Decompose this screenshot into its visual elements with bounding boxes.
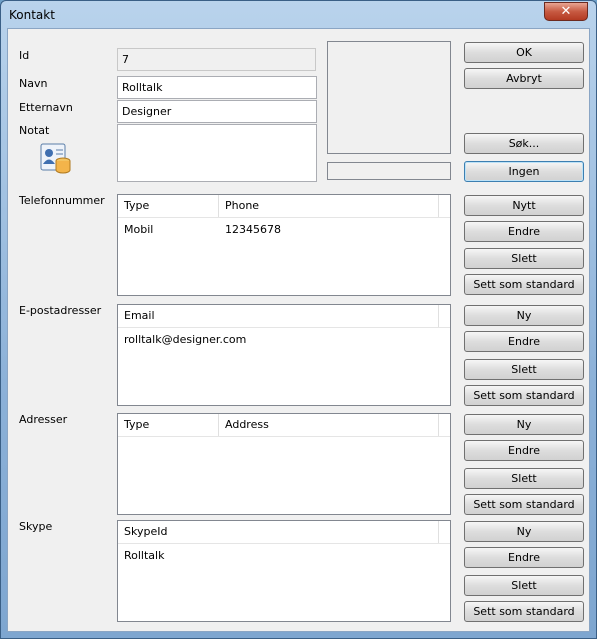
cancel-button[interactable]: Avbryt (464, 68, 584, 89)
phone-default-button[interactable]: Sett som standard (464, 274, 584, 295)
skype-row-id[interactable]: Rolltalk (124, 549, 164, 562)
phone-row-number[interactable]: 12345678 (225, 223, 281, 236)
navn-field[interactable]: Rolltalk (117, 76, 317, 99)
phone-list[interactable]: Type Phone Mobil 12345678 (117, 194, 451, 296)
skype-edit-button[interactable]: Endre (464, 547, 584, 568)
skype-list-header: SkypeId (118, 521, 450, 544)
etternavn-label: Etternavn (19, 101, 73, 114)
column-header-phone[interactable]: Phone (219, 195, 439, 217)
skype-section-label: Skype (19, 520, 53, 533)
none-button[interactable]: Ingen (464, 161, 584, 182)
email-row-address[interactable]: rolltalk@designer.com (124, 333, 246, 346)
close-button[interactable]: ✕ (544, 2, 588, 21)
search-button[interactable]: Søk... (464, 133, 584, 154)
address-list[interactable]: Type Address (117, 413, 451, 515)
notat-field[interactable] (117, 124, 317, 182)
window-title: Kontakt (9, 8, 55, 22)
id-field: 7 (117, 48, 316, 71)
phone-row-type[interactable]: Mobil (124, 223, 153, 236)
address-delete-button[interactable]: Slett (464, 468, 584, 489)
dialog-body: Id Navn Etternavn Notat 7 Rolltalk Desig… (7, 28, 590, 632)
email-default-button[interactable]: Sett som standard (464, 385, 584, 406)
phone-section-label: Telefonnummer (19, 194, 105, 207)
navn-label: Navn (19, 77, 48, 90)
skype-list[interactable]: SkypeId Rolltalk (117, 520, 451, 622)
phone-edit-button[interactable]: Endre (464, 221, 584, 242)
photo-caption-bar (327, 162, 451, 180)
column-header-type[interactable]: Type (118, 195, 219, 217)
photo-frame (327, 41, 451, 154)
skype-default-button[interactable]: Sett som standard (464, 601, 584, 622)
address-edit-button[interactable]: Endre (464, 440, 584, 461)
etternavn-field[interactable]: Designer (117, 100, 317, 123)
phone-delete-button[interactable]: Slett (464, 248, 584, 269)
skype-new-button[interactable]: Ny (464, 521, 584, 542)
address-new-button[interactable]: Ny (464, 414, 584, 435)
skype-delete-button[interactable]: Slett (464, 575, 584, 596)
address-list-header: Type Address (118, 414, 450, 437)
address-default-button[interactable]: Sett som standard (464, 494, 584, 515)
email-list[interactable]: Email rolltalk@designer.com (117, 304, 451, 406)
email-edit-button[interactable]: Endre (464, 331, 584, 352)
address-section-label: Adresser (19, 413, 68, 426)
phone-list-header: Type Phone (118, 195, 450, 218)
title-bar[interactable]: Kontakt ✕ (1, 1, 596, 29)
email-delete-button[interactable]: Slett (464, 359, 584, 380)
contact-card-database-icon (40, 143, 71, 174)
phone-new-button[interactable]: Nytt (464, 195, 584, 216)
close-icon: ✕ (560, 4, 572, 19)
email-new-button[interactable]: Ny (464, 305, 584, 326)
notat-label: Notat (19, 124, 50, 137)
column-header-email[interactable]: Email (118, 305, 439, 327)
email-section-label: E-postadresser (19, 304, 102, 317)
column-header-type[interactable]: Type (118, 414, 219, 436)
column-header-skypeid[interactable]: SkypeId (118, 521, 439, 543)
email-list-header: Email (118, 305, 450, 328)
column-header-address[interactable]: Address (219, 414, 439, 436)
ok-button[interactable]: OK (464, 42, 584, 63)
id-label: Id (19, 49, 30, 62)
